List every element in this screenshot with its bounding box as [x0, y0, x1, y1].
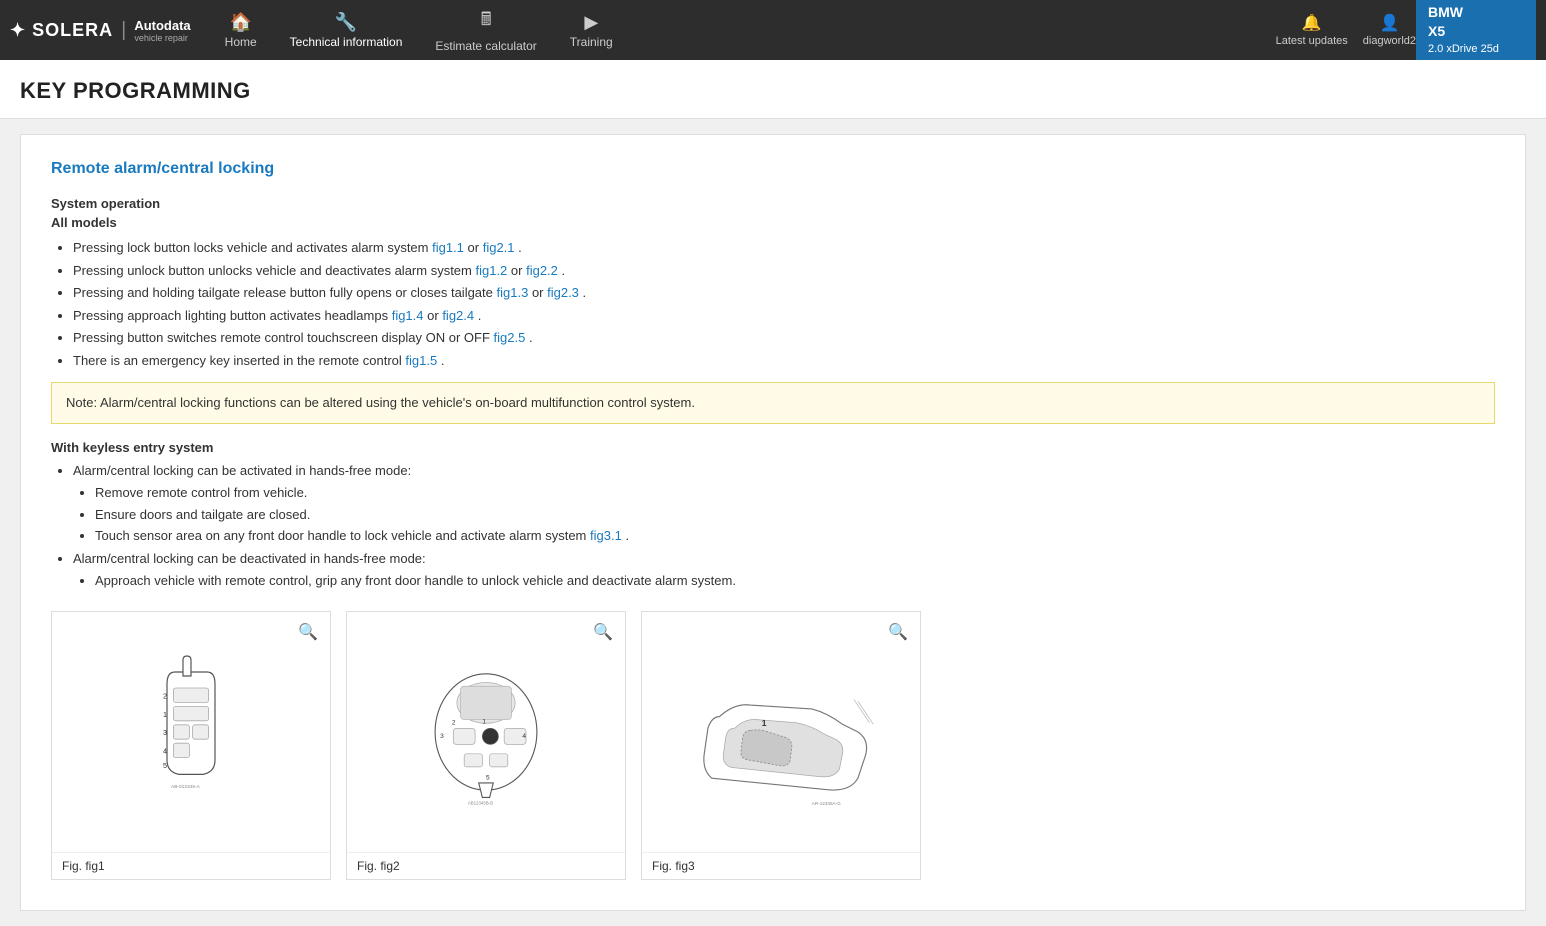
sub-bullet-list: Remove remote control from vehicle. Ensu…: [73, 483, 1495, 546]
list-item: Pressing and holding tailgate release bu…: [73, 283, 1495, 303]
content-card: Remote alarm/central locking System oper…: [20, 134, 1526, 911]
brand-name: ✦ SOLERA: [10, 20, 113, 41]
top-navigation: ✦ SOLERA | Autodata vehicle repair 🏠 Hom…: [0, 0, 1546, 60]
fig2-2-link[interactable]: fig2.2: [526, 263, 558, 278]
key-fig1-svg: 2 1 3 4 5 AB-012345-A: [111, 632, 271, 832]
figure-3-image: 1 AR-12345A-G: [642, 612, 920, 852]
svg-text:1: 1: [163, 709, 167, 718]
logo: ✦ SOLERA | Autodata vehicle repair: [10, 18, 191, 43]
home-icon: 🏠: [229, 12, 251, 33]
svg-text:1: 1: [762, 717, 767, 727]
nav-home[interactable]: 🏠 Home: [211, 4, 271, 57]
figure-2-box: 🔍: [346, 611, 626, 880]
figure-3-caption: Fig. fig3: [642, 852, 920, 879]
note-text: Note: Alarm/central locking functions ca…: [66, 395, 695, 410]
page-header: KEY PROGRAMMING: [0, 60, 1546, 119]
door-handle-svg: 1 AR-12345A-G: [681, 632, 881, 832]
svg-text:4: 4: [522, 732, 526, 739]
figure-1-box: 🔍: [51, 611, 331, 880]
main-bullet-list: Pressing lock button locks vehicle and a…: [51, 238, 1495, 370]
list-item: Alarm/central locking can be deactivated…: [73, 549, 1495, 591]
svg-text:AB-012345-A: AB-012345-A: [171, 784, 201, 790]
svg-text:3: 3: [163, 728, 167, 737]
user-icon: 👤: [1379, 13, 1399, 33]
system-operation-title: System operation: [51, 196, 1495, 211]
keyless-title: With keyless entry system: [51, 440, 1495, 455]
note-box: Note: Alarm/central locking functions ca…: [51, 382, 1495, 424]
vehicle-badge[interactable]: BMW X5 2.0 xDrive 25d: [1416, 0, 1536, 60]
svg-text:4: 4: [163, 746, 167, 755]
svg-text:1: 1: [482, 718, 486, 725]
all-models-title: All models: [51, 215, 1495, 230]
svg-text:5: 5: [486, 774, 490, 781]
fig1-1-link[interactable]: fig1.1: [432, 240, 464, 255]
list-item: Touch sensor area on any front door hand…: [95, 526, 1495, 546]
list-item: Pressing approach lighting button activa…: [73, 306, 1495, 326]
figure-3-box: 🔍 1: [641, 611, 921, 880]
figures-row: 🔍: [51, 611, 1495, 880]
nav-training[interactable]: ▶ Training: [556, 4, 627, 57]
fig1-3-link[interactable]: fig1.3: [497, 285, 529, 300]
bell-icon: 🔔: [1302, 13, 1322, 33]
zoom-icon-fig3[interactable]: 🔍: [884, 620, 912, 644]
sub-bullet-list: Approach vehicle with remote control, gr…: [73, 571, 1495, 591]
list-item: Remove remote control from vehicle.: [95, 483, 1495, 503]
svg-text:5: 5: [163, 761, 167, 770]
svg-text:AB12345B-B: AB12345B-B: [468, 800, 493, 805]
fig2-3-link[interactable]: fig2.3: [547, 285, 579, 300]
figure-1-caption: Fig. fig1: [52, 852, 330, 879]
keyless-bullet-list: Alarm/central locking can be activated i…: [51, 461, 1495, 591]
nav-technical-information[interactable]: 🔧 Technical information: [276, 4, 417, 57]
list-item: Pressing button switches remote control …: [73, 328, 1495, 348]
list-item: There is an emergency key inserted in th…: [73, 351, 1495, 371]
figure-2-image: 2 3 1 4 5 AB12345B-B: [347, 612, 625, 852]
nav-estimate-calculator[interactable]: 🖩 Estimate calculator: [421, 0, 550, 61]
play-icon: ▶: [584, 12, 598, 33]
nav-right: 🔔 Latest updates 👤 diagworld2: [1276, 13, 1416, 47]
calculator-icon: 🖩: [481, 7, 492, 37]
zoom-icon-fig2[interactable]: 🔍: [589, 620, 617, 644]
list-item: Approach vehicle with remote control, gr…: [95, 571, 1495, 591]
list-item: Pressing unlock button unlocks vehicle a…: [73, 261, 1495, 281]
product-name: Autodata vehicle repair: [134, 18, 190, 43]
key-fig2-svg: 2 3 1 4 5 AB12345B-B: [406, 632, 566, 832]
fig2-4-link[interactable]: fig2.4: [442, 308, 474, 323]
section-title-link[interactable]: Remote alarm/central locking: [51, 160, 1495, 178]
svg-text:3: 3: [440, 732, 444, 739]
fig2-1-link[interactable]: fig2.1: [483, 240, 515, 255]
svg-text:2: 2: [452, 719, 456, 726]
svg-text:AR-12345A-G: AR-12345A-G: [812, 801, 841, 806]
logo-separator: |: [121, 19, 126, 42]
fig1-4-link[interactable]: fig1.4: [392, 308, 424, 323]
zoom-icon-fig1[interactable]: 🔍: [294, 620, 322, 644]
list-item: Ensure doors and tailgate are closed.: [95, 505, 1495, 525]
main-content: Remote alarm/central locking System oper…: [0, 119, 1546, 926]
svg-text:2: 2: [163, 691, 167, 700]
wrench-icon: 🔧: [335, 12, 357, 33]
figure-1-image: 2 1 3 4 5 AB-012345-A: [52, 612, 330, 852]
fig3-1-link[interactable]: fig3.1: [590, 528, 622, 543]
latest-updates-button[interactable]: 🔔 Latest updates: [1276, 13, 1348, 47]
fig1-2-link[interactable]: fig1.2: [475, 263, 507, 278]
list-item: Alarm/central locking can be activated i…: [73, 461, 1495, 546]
fig1-5-link[interactable]: fig1.5: [405, 353, 437, 368]
figure-2-caption: Fig. fig2: [347, 852, 625, 879]
nav-items: 🏠 Home 🔧 Technical information 🖩 Estimat…: [211, 0, 1276, 61]
account-button[interactable]: 👤 diagworld2: [1363, 13, 1416, 47]
list-item: Pressing lock button locks vehicle and a…: [73, 238, 1495, 258]
page-title: KEY PROGRAMMING: [20, 78, 1526, 104]
fig2-5-link[interactable]: fig2.5: [494, 330, 526, 345]
